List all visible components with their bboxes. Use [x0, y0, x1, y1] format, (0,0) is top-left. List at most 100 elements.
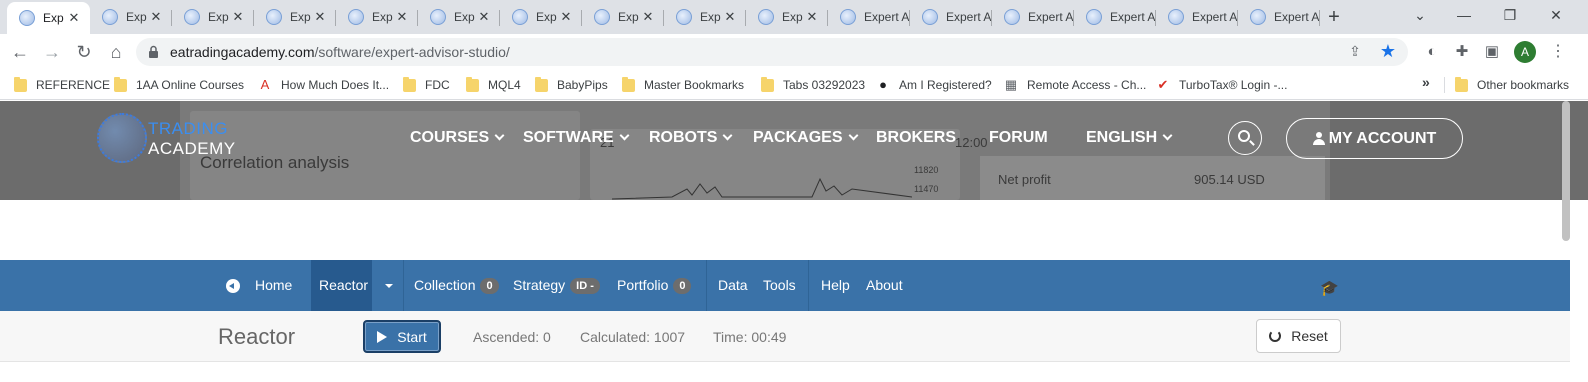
- browser-tab[interactable]: Exp ✕: [582, 2, 664, 32]
- reset-button[interactable]: Reset: [1256, 319, 1341, 353]
- nav-brokers[interactable]: BROKERS: [876, 129, 956, 147]
- tab-help[interactable]: Help: [821, 277, 850, 293]
- bookmark-star-icon[interactable]: ★: [1380, 41, 1396, 62]
- bookmark-item[interactable]: BabyPips: [535, 75, 608, 95]
- close-tab-icon[interactable]: ✕: [230, 9, 246, 25]
- browser-tab[interactable]: Exp ✕: [664, 2, 746, 32]
- browser-menu-icon[interactable]: ⋮: [1550, 41, 1566, 61]
- browser-tab[interactable]: Expert A: [992, 2, 1074, 32]
- address-url[interactable]: eatradingacademy.com/software/expert-adv…: [170, 44, 510, 60]
- tab-title: Exp: [208, 10, 229, 24]
- browser-tab[interactable]: Exp ✕: [7, 2, 90, 34]
- background-net-profit-value: 905.14 USD: [1194, 172, 1265, 187]
- folder-icon: [761, 76, 774, 92]
- new-tab-button[interactable]: +: [1323, 6, 1345, 28]
- browser-tab[interactable]: Exp ✕: [172, 2, 254, 32]
- tab-collection[interactable]: Collection 0: [414, 277, 499, 295]
- nav-home[interactable]: Home: [255, 277, 292, 293]
- browser-tab[interactable]: Exp ✕: [254, 2, 336, 32]
- bookmark-item[interactable]: MQL4: [466, 75, 521, 95]
- home-back-icon[interactable]: [226, 279, 240, 293]
- home-icon[interactable]: ⌂: [104, 40, 128, 64]
- bookmark-item[interactable]: FDC: [403, 75, 450, 95]
- side-panel-icon[interactable]: ▣: [1482, 42, 1502, 62]
- reload-icon[interactable]: ↻: [72, 40, 96, 64]
- address-bar[interactable]: eatradingacademy.com/software/expert-adv…: [136, 38, 1408, 66]
- extension-circle-icon[interactable]: ◐: [1422, 42, 1442, 62]
- refresh-icon: [1269, 330, 1282, 342]
- nav-courses[interactable]: COURSES: [410, 129, 505, 147]
- browser-tab[interactable]: Exp ✕: [746, 2, 828, 32]
- logo-text-bottom[interactable]: ACADEMY: [148, 139, 236, 159]
- graduation-cap-icon[interactable]: 🎓: [1320, 279, 1339, 297]
- globe-favicon-icon: [676, 9, 692, 25]
- site-search-button[interactable]: [1228, 121, 1262, 155]
- browser-tab[interactable]: Expert A: [1156, 2, 1238, 32]
- close-tab-icon[interactable]: ✕: [66, 10, 82, 26]
- bookmark-item[interactable]: ✔ TurboTax® Login -...: [1156, 75, 1288, 95]
- close-tab-icon[interactable]: ✕: [148, 9, 164, 25]
- bookmark-item[interactable]: Master Bookmarks: [622, 75, 744, 95]
- tab-title: Exp: [126, 10, 147, 24]
- profile-avatar[interactable]: A: [1514, 41, 1536, 63]
- tab-portfolio[interactable]: Portfolio 0: [617, 277, 692, 295]
- bookmark-item[interactable]: A How Much Does It...: [258, 75, 389, 95]
- other-bookmarks[interactable]: Other bookmarks: [1455, 75, 1569, 95]
- tab-tools[interactable]: Tools: [763, 277, 796, 293]
- close-tab-icon[interactable]: ✕: [722, 9, 738, 25]
- folder-icon: [14, 76, 27, 92]
- close-tab-icon[interactable]: ✕: [476, 9, 492, 25]
- share-icon[interactable]: ⇪: [1346, 43, 1364, 61]
- browser-tab[interactable]: Exp ✕: [336, 2, 418, 32]
- tab-about[interactable]: About: [866, 277, 903, 293]
- nav-software[interactable]: SOFTWARE: [523, 129, 630, 147]
- close-tab-icon[interactable]: ✕: [558, 9, 574, 25]
- bookmark-item[interactable]: REFERENCE: [14, 75, 110, 95]
- back-arrow-icon[interactable]: ←: [8, 40, 32, 64]
- trading-academy-globe-icon[interactable]: [97, 113, 147, 163]
- browser-tab[interactable]: Expert A: [1238, 2, 1320, 32]
- close-tab-icon[interactable]: ✕: [640, 9, 656, 25]
- nav-forum[interactable]: FORUM: [989, 129, 1048, 147]
- extensions-puzzle-icon[interactable]: ✚: [1452, 42, 1472, 62]
- background-tick: 11820: [914, 165, 939, 175]
- nav-packages[interactable]: PACKAGES: [753, 129, 858, 147]
- bookmarks-bar: REFERENCE 1AA Online Courses A How Much Doe…: [0, 70, 1588, 100]
- page-scrollbar-thumb[interactable]: [1562, 101, 1570, 241]
- portfolio-count-badge: 0: [673, 278, 692, 294]
- bookmark-item[interactable]: Tabs 03292023: [761, 75, 865, 95]
- bookmark-item[interactable]: ● Am I Registered?: [876, 75, 992, 95]
- logo-text-top[interactable]: TRADING: [148, 119, 228, 139]
- reactor-dropdown-caret-icon[interactable]: [385, 284, 393, 288]
- browser-tab[interactable]: Expert A: [910, 2, 992, 32]
- globe-favicon-icon: [430, 9, 446, 25]
- tab-strategy[interactable]: Strategy ID -: [513, 277, 600, 295]
- browser-tab[interactable]: Exp ✕: [418, 2, 500, 32]
- tab-reactor[interactable]: Reactor: [319, 277, 368, 293]
- nav-robots[interactable]: ROBOTS: [649, 129, 733, 147]
- bookmarks-overflow-icon[interactable]: »: [1422, 74, 1430, 90]
- start-button[interactable]: Start: [363, 320, 441, 353]
- nav-packages-label: PACKAGES: [753, 129, 843, 146]
- browser-tab[interactable]: Exp ✕: [500, 2, 582, 32]
- browser-tab[interactable]: Expert A: [1074, 2, 1156, 32]
- tab-search-chevron-icon[interactable]: ⌄: [1405, 4, 1435, 26]
- bookmark-item[interactable]: ▦ Remote Access - Ch...: [1004, 75, 1147, 95]
- globe-favicon-icon: [102, 9, 118, 25]
- bookmark-item[interactable]: 1AA Online Courses: [114, 75, 244, 95]
- nav-english-label: ENGLISH: [1086, 129, 1158, 146]
- close-tab-icon[interactable]: ✕: [394, 9, 410, 25]
- globe-favicon-icon: [266, 9, 282, 25]
- browser-tab[interactable]: Exp ✕: [90, 2, 172, 32]
- tab-data[interactable]: Data: [718, 277, 748, 293]
- restore-button[interactable]: ❐: [1495, 4, 1525, 26]
- lock-icon[interactable]: [148, 45, 159, 59]
- close-tab-icon[interactable]: ✕: [312, 9, 328, 25]
- minimize-button[interactable]: —: [1449, 4, 1479, 26]
- forward-arrow-icon[interactable]: →: [40, 40, 64, 64]
- close-tab-icon[interactable]: ✕: [804, 9, 820, 25]
- close-window-button[interactable]: ✕: [1541, 4, 1571, 26]
- browser-tab[interactable]: Expert A: [828, 2, 910, 32]
- nav-english[interactable]: ENGLISH: [1086, 129, 1173, 147]
- my-account-button[interactable]: MY ACCOUNT: [1286, 118, 1463, 159]
